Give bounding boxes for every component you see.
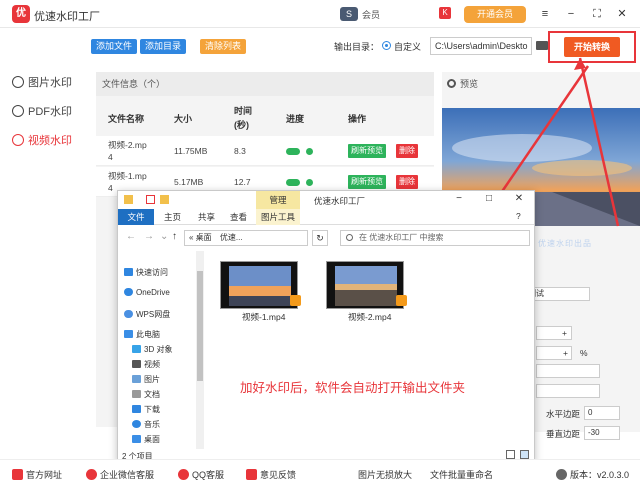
computer-icon	[124, 330, 133, 338]
video-thumbnail[interactable]	[220, 261, 298, 309]
bottom-label: 官方网址	[26, 470, 63, 480]
globe-icon	[12, 469, 23, 480]
batch-rename-link[interactable]: 文件批量重命名	[430, 468, 493, 481]
folder-icon	[124, 195, 133, 204]
nav-label: 图片	[144, 375, 160, 384]
back-icon[interactable]: ←	[126, 231, 136, 242]
forward-icon[interactable]: →	[144, 231, 154, 242]
file-label[interactable]: 视频-1.mp4	[242, 311, 285, 323]
nav-label: 视频	[144, 360, 160, 369]
video-thumbnail[interactable]	[326, 261, 404, 309]
help-icon[interactable]: ?	[516, 211, 521, 221]
image-upscale-link[interactable]: 图片无损放大	[358, 468, 412, 481]
video-icon	[132, 360, 141, 368]
cloud-icon	[124, 310, 133, 318]
nav-label: OneDrive	[136, 288, 170, 297]
maximize-icon[interactable]: □	[482, 193, 496, 204]
version-label: 版本：v2.0.3.0	[570, 470, 630, 480]
download-icon	[132, 405, 141, 413]
qq-icon	[178, 469, 189, 480]
navigation-pane: 快速访问 OneDrive WPS网盘 此电脑 3D 对象 视频 图片 文档 下…	[118, 251, 206, 449]
official-site-link[interactable]: 官方网址	[12, 468, 62, 481]
document-icon	[132, 390, 141, 398]
version-text: 版本：v2.0.3.0	[556, 468, 629, 481]
nav-item-documents[interactable]: 文档	[132, 389, 160, 400]
minimize-icon[interactable]: −	[452, 193, 466, 204]
music-icon	[132, 420, 141, 428]
thumbnail-view-icon[interactable]	[520, 450, 529, 459]
wechat-icon	[86, 469, 97, 480]
address-segment[interactable]: 优速...	[220, 233, 243, 242]
nav-item-quick-access[interactable]: 快速访问	[124, 267, 168, 278]
up-icon[interactable]: ↑	[172, 231, 177, 242]
star-icon	[124, 268, 133, 276]
bottom-label: 意见反馈	[260, 470, 297, 480]
nav-label: 文档	[144, 390, 160, 399]
nav-label: 3D 对象	[144, 345, 173, 354]
explorer-title-bar: 管理 优速水印工厂 − □ ✕	[118, 191, 534, 209]
tab-picture-tools[interactable]: 图片工具	[256, 209, 300, 225]
details-view-icon[interactable]	[506, 450, 515, 459]
bottom-label: 企业微信客服	[100, 470, 155, 480]
nav-label: 桌面	[144, 435, 160, 444]
nav-item-wps[interactable]: WPS网盘	[124, 309, 170, 320]
video-badge-icon	[290, 295, 301, 306]
refresh-icon[interactable]: ↻	[312, 230, 328, 246]
tab-home[interactable]: 主页	[164, 211, 181, 223]
address-row: ← → ⌄ ↑ « 桌面 优速... ↻ 在 优速水印工厂 中搜索	[118, 227, 534, 249]
close-icon[interactable]: ✕	[512, 193, 526, 204]
nav-item-onedrive[interactable]: OneDrive	[124, 288, 170, 297]
nav-item-this-pc[interactable]: 此电脑	[124, 329, 160, 340]
scrollbar-thumb[interactable]	[197, 271, 203, 381]
nav-label: 下载	[144, 405, 160, 414]
search-input[interactable]: 在 优速水印工厂 中搜索	[340, 230, 530, 246]
nav-label: 快速访问	[136, 268, 168, 277]
folder-icon[interactable]	[160, 195, 169, 204]
nav-label: WPS网盘	[136, 310, 171, 319]
bottom-label: QQ客服	[192, 470, 225, 480]
cloud-icon	[124, 288, 133, 296]
desktop-icon	[132, 435, 141, 443]
chevron-down-icon[interactable]: ⌄	[160, 231, 168, 242]
qq-service-link[interactable]: QQ客服	[178, 468, 224, 481]
feedback-icon	[246, 469, 257, 480]
nav-item-downloads[interactable]: 下载	[132, 404, 160, 415]
nav-item-desktop[interactable]: 桌面	[132, 434, 160, 445]
file-label[interactable]: 视频-2.mp4	[348, 311, 391, 323]
info-icon	[556, 469, 567, 480]
tab-file[interactable]: 文件	[118, 209, 154, 225]
address-bar[interactable]: « 桌面 优速...	[184, 230, 308, 246]
file-explorer-window[interactable]: 管理 优速水印工厂 − □ ✕ 文件 主页 共享 查看 图片工具 ? ← → ⌄…	[117, 190, 535, 463]
video-badge-icon	[396, 295, 407, 306]
feedback-link[interactable]: 意见反馈	[246, 468, 296, 481]
nav-label: 此电脑	[136, 330, 160, 339]
bottom-bar: 官方网址 企业微信客服 QQ客服 意见反馈 图片无损放大 文件批量重命名 版本：…	[0, 459, 640, 486]
nav-item-videos[interactable]: 视频	[132, 359, 160, 370]
ribbon-tabs: 文件 主页 共享 查看 图片工具 ?	[118, 209, 534, 225]
nav-item-pictures[interactable]: 图片	[132, 374, 160, 385]
address-segment[interactable]: « 桌面	[189, 233, 212, 242]
tab-share[interactable]: 共享	[198, 211, 215, 223]
annotation-text: 加好水印后，软件会自动打开输出文件夹	[240, 381, 466, 395]
checkbox-icon[interactable]	[146, 195, 155, 204]
manage-tab[interactable]: 管理	[256, 191, 300, 209]
tab-view[interactable]: 查看	[230, 211, 247, 223]
wechat-service-link[interactable]: 企业微信客服	[86, 468, 154, 481]
nav-item-music[interactable]: 音乐	[132, 419, 160, 430]
picture-icon	[132, 375, 141, 383]
explorer-window-title: 优速水印工厂	[314, 196, 366, 206]
nav-item-3d[interactable]: 3D 对象	[132, 344, 172, 355]
cube-icon	[132, 345, 141, 353]
nav-label: 音乐	[144, 420, 160, 429]
